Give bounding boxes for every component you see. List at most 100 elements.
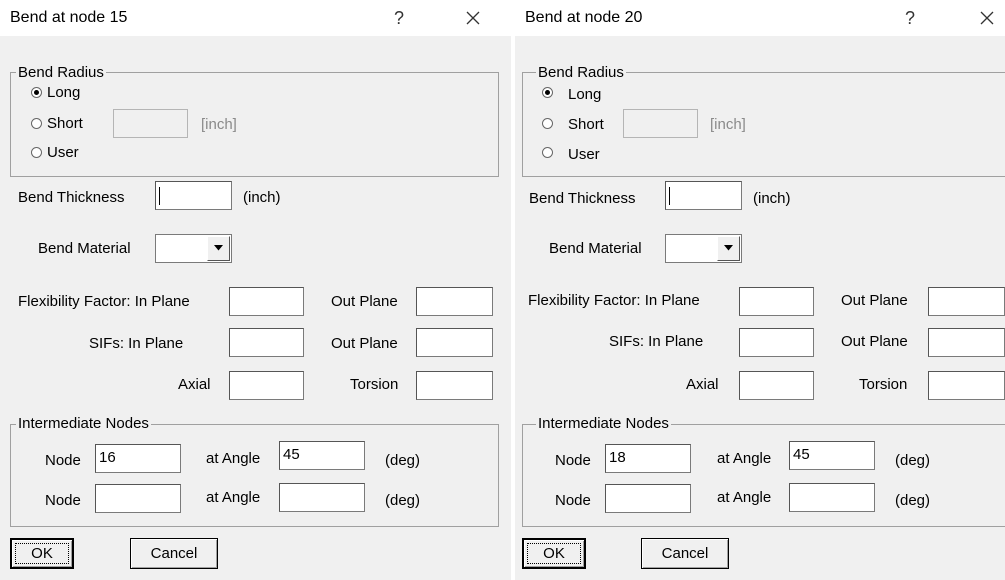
bend-material-label: Bend Material bbox=[549, 240, 642, 257]
ok-button[interactable]: OK bbox=[10, 538, 74, 569]
torsion-label: Torsion bbox=[859, 376, 908, 393]
bend-dialog-node-15: Bend at node 15 ? Bend Radius Long Short… bbox=[0, 0, 511, 580]
flexibility-in-plane-field[interactable] bbox=[739, 287, 814, 316]
help-button[interactable]: ? bbox=[898, 5, 922, 31]
sifs-in-plane-field[interactable] bbox=[229, 328, 304, 357]
bend-material-label: Bend Material bbox=[38, 240, 131, 257]
sifs-label: SIFs: In Plane bbox=[89, 335, 184, 352]
title-bar[interactable]: Bend at node 20 ? bbox=[515, 0, 1005, 36]
close-icon bbox=[980, 11, 994, 25]
cancel-button-label: Cancel bbox=[150, 545, 198, 562]
bend-material-select[interactable] bbox=[155, 234, 232, 263]
flexibility-out-plane-label: Out Plane bbox=[331, 293, 398, 310]
radio-user[interactable] bbox=[31, 147, 42, 158]
radio-selected-dot bbox=[545, 90, 550, 95]
node-label: Node bbox=[555, 492, 591, 509]
bend-dialog-node-20: Bend at node 20 ? Bend Radius Long Short… bbox=[515, 0, 1005, 580]
node-field-2[interactable] bbox=[605, 484, 691, 513]
angle-unit: (deg) bbox=[385, 492, 421, 509]
short-radius-unit: [inch] bbox=[710, 116, 746, 133]
help-button[interactable]: ? bbox=[387, 5, 411, 31]
angle-unit: (deg) bbox=[385, 452, 421, 469]
at-angle-label: at Angle bbox=[206, 450, 261, 467]
sifs-out-plane-field[interactable] bbox=[928, 328, 1005, 357]
radio-long-label: Long bbox=[47, 84, 81, 101]
bend-thickness-label: Bend Thickness bbox=[529, 190, 636, 207]
axial-label: Axial bbox=[178, 376, 211, 393]
sifs-out-plane-field[interactable] bbox=[416, 328, 493, 357]
at-angle-label: at Angle bbox=[206, 489, 261, 506]
radio-user[interactable] bbox=[542, 147, 553, 158]
intermediate-nodes-legend: Intermediate Nodes bbox=[16, 415, 151, 432]
cancel-button[interactable]: Cancel bbox=[641, 538, 729, 569]
radio-user-label: User bbox=[47, 144, 79, 161]
text-caret bbox=[159, 187, 160, 205]
dialog-title: Bend at node 15 bbox=[10, 9, 128, 26]
angle-unit: (deg) bbox=[895, 492, 931, 509]
bend-thickness-field[interactable] bbox=[665, 181, 742, 210]
close-icon bbox=[466, 11, 480, 25]
short-radius-field[interactable] bbox=[113, 109, 188, 138]
angle-field-2[interactable] bbox=[279, 483, 365, 512]
radio-user-label: User bbox=[568, 146, 600, 163]
flexibility-label: Flexibility Factor: In Plane bbox=[18, 293, 190, 310]
ok-button[interactable]: OK bbox=[522, 538, 586, 569]
bend-radius-group bbox=[10, 72, 499, 177]
chevron-down-icon bbox=[724, 245, 733, 251]
sifs-label: SIFs: In Plane bbox=[609, 333, 704, 350]
cancel-button-label: Cancel bbox=[661, 545, 709, 562]
at-angle-label: at Angle bbox=[717, 450, 772, 467]
cancel-button[interactable]: Cancel bbox=[130, 538, 218, 569]
close-button[interactable] bbox=[458, 5, 488, 31]
angle-field-1[interactable]: 45 bbox=[279, 441, 365, 470]
bend-radius-legend: Bend Radius bbox=[536, 64, 626, 81]
axial-field[interactable] bbox=[739, 371, 814, 400]
short-radius-field[interactable] bbox=[623, 109, 698, 138]
node-label: Node bbox=[45, 452, 81, 469]
sifs-out-plane-label: Out Plane bbox=[331, 335, 398, 352]
torsion-field[interactable] bbox=[416, 371, 493, 400]
intermediate-nodes-group bbox=[522, 424, 1005, 527]
dropdown-button[interactable] bbox=[207, 236, 230, 261]
chevron-down-icon bbox=[214, 245, 223, 251]
axial-label: Axial bbox=[686, 376, 719, 393]
intermediate-nodes-legend: Intermediate Nodes bbox=[536, 415, 671, 432]
axial-field[interactable] bbox=[229, 371, 304, 400]
flexibility-out-plane-field[interactable] bbox=[416, 287, 493, 316]
torsion-label: Torsion bbox=[350, 376, 399, 393]
sifs-out-plane-label: Out Plane bbox=[841, 333, 908, 350]
angle-unit: (deg) bbox=[895, 452, 931, 469]
dialog-title: Bend at node 20 bbox=[525, 9, 643, 26]
radio-long[interactable] bbox=[542, 87, 553, 98]
node-label: Node bbox=[45, 492, 81, 509]
bend-radius-legend: Bend Radius bbox=[16, 64, 106, 81]
flexibility-in-plane-field[interactable] bbox=[229, 287, 304, 316]
sifs-in-plane-field[interactable] bbox=[739, 328, 814, 357]
node-field-2[interactable] bbox=[95, 484, 181, 513]
angle-field-2[interactable] bbox=[789, 483, 875, 512]
flexibility-out-plane-field[interactable] bbox=[928, 287, 1005, 316]
node-label: Node bbox=[555, 452, 591, 469]
bend-thickness-field[interactable] bbox=[155, 181, 232, 210]
focus-rect bbox=[527, 543, 581, 564]
angle-field-1[interactable]: 45 bbox=[789, 441, 875, 470]
bend-material-select[interactable] bbox=[665, 234, 742, 263]
intermediate-nodes-group bbox=[10, 424, 499, 527]
node-field-1[interactable]: 16 bbox=[95, 444, 181, 473]
dropdown-button[interactable] bbox=[717, 236, 740, 261]
torsion-field[interactable] bbox=[928, 371, 1005, 400]
radio-short[interactable] bbox=[542, 118, 553, 129]
bend-thickness-unit: (inch) bbox=[753, 190, 791, 207]
radio-short[interactable] bbox=[31, 118, 42, 129]
short-radius-unit: [inch] bbox=[201, 116, 237, 133]
radio-selected-dot bbox=[34, 90, 39, 95]
flexibility-out-plane-label: Out Plane bbox=[841, 292, 908, 309]
flexibility-label: Flexibility Factor: In Plane bbox=[528, 292, 700, 309]
node-field-1[interactable]: 18 bbox=[605, 444, 691, 473]
radio-long[interactable] bbox=[31, 87, 42, 98]
bend-thickness-label: Bend Thickness bbox=[18, 189, 125, 206]
bend-thickness-unit: (inch) bbox=[243, 189, 281, 206]
text-caret bbox=[669, 187, 670, 205]
close-button[interactable] bbox=[972, 5, 1002, 31]
title-bar[interactable]: Bend at node 15 ? bbox=[0, 0, 511, 36]
